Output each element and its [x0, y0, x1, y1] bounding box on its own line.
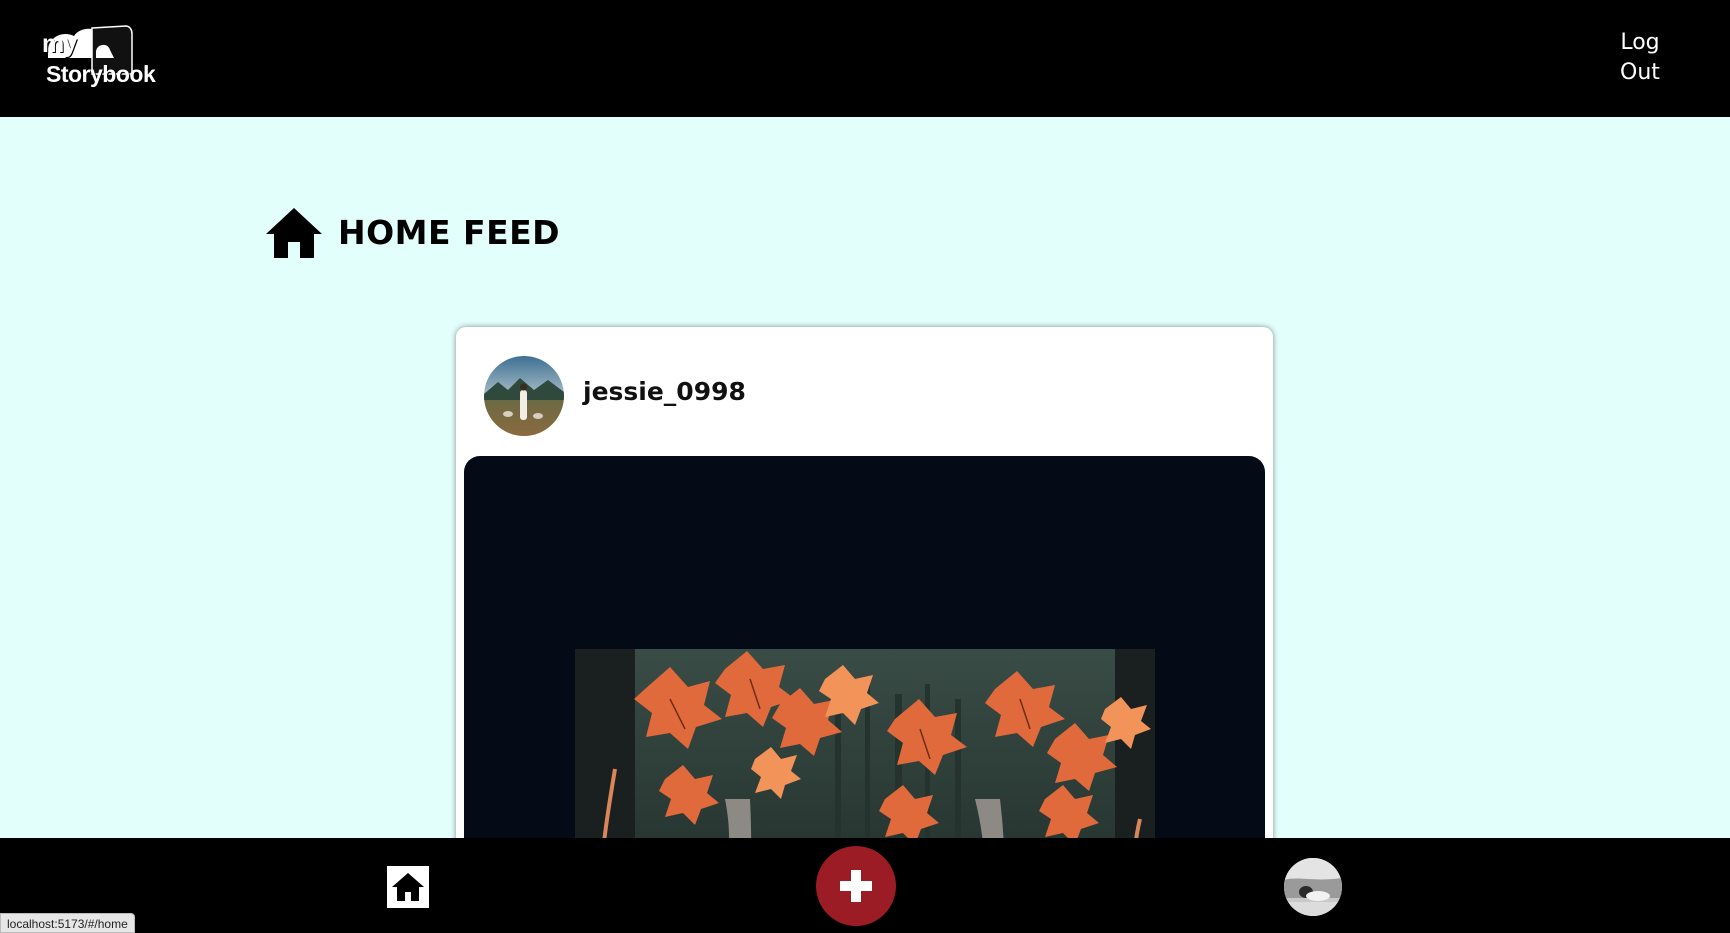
nav-home-button[interactable] [387, 866, 429, 908]
top-header: my Storybook Log Out [0, 0, 1730, 117]
post-header: jessie_0998 [456, 327, 1273, 455]
page-title-text: HOME FEED [338, 212, 561, 252]
logo-text-storybook: Storybook [46, 61, 156, 87]
bottom-nav [0, 838, 1730, 933]
nav-profile-button[interactable] [1284, 858, 1342, 916]
user-avatar[interactable] [484, 356, 564, 436]
post-username[interactable]: jessie_0998 [583, 377, 746, 406]
profile-avatar [1284, 858, 1342, 916]
avatar-image [484, 356, 564, 436]
status-bar-url: localhost:5173/#/home [0, 913, 135, 933]
home-icon [266, 208, 322, 258]
home-icon [392, 873, 424, 901]
logo-text-my: my [42, 30, 77, 58]
page-title: HOME FEED [264, 204, 560, 260]
plus-icon [840, 870, 872, 902]
logout-button[interactable]: Log Out [1610, 28, 1670, 88]
add-post-button[interactable] [816, 846, 896, 926]
mystorybook-logo[interactable]: my Storybook [40, 24, 190, 92]
